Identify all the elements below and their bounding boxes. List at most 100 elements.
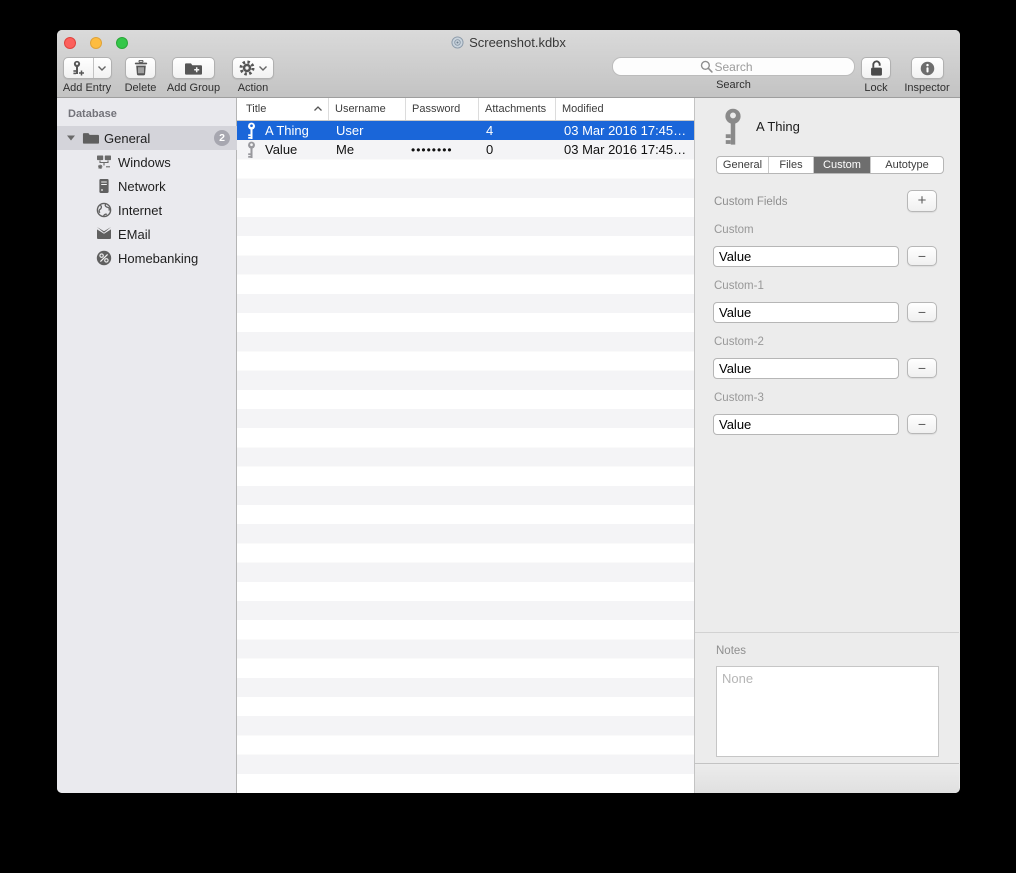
toolbar-item-action: Action	[232, 57, 274, 94]
custom-fields-heading: Custom Fields	[714, 196, 788, 208]
toolbar-item-add-entry: Add Entry	[60, 57, 114, 94]
lock-label: Lock	[864, 82, 887, 94]
remove-custom-field-button[interactable]: −	[907, 414, 937, 434]
column-header-title[interactable]: Title	[237, 98, 329, 120]
column-header-modified[interactable]: Modified	[556, 98, 694, 120]
custom-field-input[interactable]	[713, 414, 899, 435]
folder-icon	[82, 131, 99, 145]
zoom-window-button[interactable]	[116, 37, 128, 49]
notes-textarea[interactable]	[716, 666, 939, 757]
add-entry-dropdown-arrow[interactable]	[93, 58, 111, 78]
sidebar-item-label: Homebanking	[118, 251, 198, 266]
field-label: Custom-2	[714, 336, 764, 348]
table-row[interactable]: Value Me •••••••• 0 03 Mar 2016 17:45…	[237, 140, 694, 159]
tab-autotype[interactable]: Autotype	[870, 157, 943, 173]
sidebar-item-label: Internet	[118, 203, 162, 218]
sidebar-item-windows[interactable]: Windows	[57, 150, 237, 174]
key-icon	[246, 141, 257, 159]
table-header: Title Username Password Attachments Modi…	[237, 98, 694, 121]
key-icon	[720, 108, 746, 146]
add-custom-field-button[interactable]: +	[907, 190, 937, 212]
column-header-password[interactable]: Password	[406, 98, 479, 120]
table-body: A Thing User 4 03 Mar 2016 17:45…	[237, 121, 694, 793]
folder-plus-icon	[184, 61, 203, 76]
sidebar-item-label: Network	[118, 179, 166, 194]
percent-circle-icon	[96, 250, 112, 266]
inspector-tabs: General Files Custom Autotype	[716, 156, 944, 174]
toolbar-item-lock: Lock	[859, 57, 893, 94]
inspector-bottom-bar	[695, 763, 959, 793]
custom-field-input[interactable]	[713, 302, 899, 323]
sidebar-item-general[interactable]: General 2	[57, 126, 237, 150]
add-group-button[interactable]	[172, 57, 215, 79]
window-title: Screenshot.kdbx	[469, 35, 566, 50]
table-row[interactable]: A Thing User 4 03 Mar 2016 17:45…	[237, 121, 694, 140]
delete-label: Delete	[125, 82, 157, 94]
remove-custom-field-button[interactable]: −	[907, 302, 937, 322]
content-area: Database General 2	[57, 98, 960, 793]
chevron-down-icon	[98, 66, 106, 71]
column-header-attachments[interactable]: Attachments	[479, 98, 556, 120]
tab-general[interactable]: General	[717, 157, 768, 173]
toolbar-item-inspector: Inspector	[902, 57, 952, 94]
search-input[interactable]	[612, 57, 855, 76]
trash-icon	[134, 60, 148, 76]
window-title-group: Screenshot.kdbx	[451, 35, 566, 50]
group-sidebar: Database General 2	[57, 98, 237, 793]
sidebar-item-label: Windows	[118, 155, 171, 170]
server-icon	[96, 178, 112, 194]
custom-field-input[interactable]	[713, 246, 899, 267]
add-entry-button[interactable]	[63, 57, 112, 79]
toolbar-item-search: Search	[612, 57, 855, 91]
document-proxy-icon	[451, 36, 464, 49]
minimize-window-button[interactable]	[90, 37, 102, 49]
desktop-background: Screenshot.kdbx	[0, 0, 1016, 873]
sidebar-section-header: Database	[68, 108, 117, 120]
sidebar-item-label: EMail	[118, 227, 151, 242]
divider	[695, 632, 959, 633]
gear-icon	[239, 60, 255, 76]
toolbar-item-add-group: Add Group	[165, 57, 222, 94]
field-label: Custom	[714, 224, 754, 236]
toolbar-item-delete: Delete	[124, 57, 157, 94]
sidebar-item-email[interactable]: EMail	[57, 222, 237, 246]
entry-count-badge: 2	[214, 130, 230, 146]
sidebar-item-label: General	[104, 131, 150, 146]
sidebar-item-homebanking[interactable]: Homebanking	[57, 246, 237, 270]
search-toolbar-label: Search	[716, 79, 751, 91]
envelope-icon	[96, 226, 112, 240]
window-chrome: Screenshot.kdbx	[57, 30, 960, 98]
action-label: Action	[238, 82, 269, 94]
remove-custom-field-button[interactable]: −	[907, 246, 937, 266]
add-entry-label: Add Entry	[63, 82, 111, 94]
inspector-label: Inspector	[904, 82, 949, 94]
custom-field-input[interactable]	[713, 358, 899, 379]
field-label: Custom-1	[714, 280, 764, 292]
remove-custom-field-button[interactable]: −	[907, 358, 937, 378]
field-label: Custom-3	[714, 392, 764, 404]
chevron-down-icon	[259, 66, 267, 71]
lock-button[interactable]	[861, 57, 891, 79]
globe-icon	[96, 202, 112, 218]
tab-custom[interactable]: Custom	[813, 157, 870, 173]
app-window: Screenshot.kdbx	[57, 30, 960, 793]
info-icon	[920, 61, 935, 76]
unlock-icon	[869, 60, 884, 77]
column-header-username[interactable]: Username	[329, 98, 406, 120]
title-bar: Screenshot.kdbx	[57, 30, 960, 55]
key-icon	[246, 122, 257, 140]
windows-network-icon	[96, 154, 112, 170]
action-button[interactable]	[232, 57, 274, 79]
entry-table: Title Username Password Attachments Modi…	[237, 98, 694, 793]
close-window-button[interactable]	[64, 37, 76, 49]
sidebar-item-network[interactable]: Network	[57, 174, 237, 198]
sort-ascending-icon	[314, 106, 322, 111]
tab-files[interactable]: Files	[768, 157, 813, 173]
add-group-label: Add Group	[167, 82, 220, 94]
toolbar: Add Entry Delete	[57, 55, 960, 98]
delete-button[interactable]	[125, 57, 156, 79]
inspector-button[interactable]	[911, 57, 944, 79]
inspector-panel: A Thing General Files Custom Autotype Cu…	[694, 98, 958, 793]
disclosure-triangle-icon[interactable]	[67, 135, 75, 141]
sidebar-item-internet[interactable]: Internet	[57, 198, 237, 222]
